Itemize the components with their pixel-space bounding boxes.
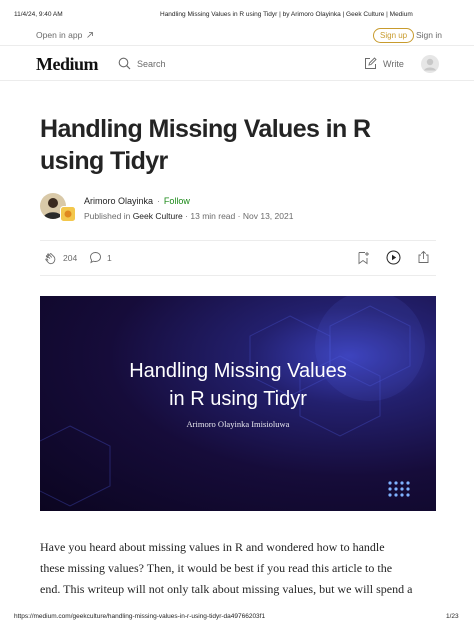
open-in-app-label: Open in app [36, 30, 83, 40]
print-url: https://medium.com/geekculture/handling-… [14, 613, 266, 620]
sign-up-button[interactable]: Sign up [373, 28, 415, 43]
clap-button[interactable]: 204 [44, 251, 77, 265]
separator-dot: · [157, 196, 160, 206]
search-field[interactable]: Search [118, 57, 166, 70]
share-icon[interactable] [417, 250, 430, 264]
published-in-label: Published in [84, 211, 131, 221]
actions-top-divider [40, 240, 436, 241]
open-in-app-link[interactable]: Open in app [36, 30, 94, 40]
separator-dot: · [185, 211, 188, 221]
hero-title-line2: in R using Tidyr [169, 388, 307, 410]
hero-subtitle: Arimoro Olayinka Imisioluwa [186, 419, 290, 429]
search-placeholder: Search [137, 58, 166, 69]
publish-line: Published in Geek Culture · 13 min read … [84, 211, 293, 221]
write-button[interactable]: Write [364, 57, 404, 70]
search-icon [118, 57, 131, 70]
play-listen-icon[interactable] [386, 250, 401, 265]
publish-date: Nov 13, 2021 [242, 211, 294, 221]
publication-link[interactable]: Geek Culture [133, 211, 183, 221]
author-name[interactable]: Arimoro Olayinka [84, 196, 153, 206]
body-line-1: Have you heard about missing values in R… [40, 540, 385, 554]
author-line: Arimoro Olayinka · Follow [84, 196, 190, 206]
comment-icon [89, 251, 102, 264]
actions-bottom-divider [40, 275, 436, 276]
dot-grid-decoration [388, 481, 410, 497]
bookmark-add-icon[interactable] [357, 251, 370, 265]
response-count: 1 [107, 252, 112, 263]
user-avatar-icon[interactable] [421, 55, 439, 73]
write-label: Write [383, 58, 404, 69]
print-page-number: 1/23 [446, 613, 459, 620]
topbar-divider [0, 45, 474, 46]
article-title: Handling Missing Values in R using Tidyr [40, 115, 371, 175]
hero-image: Handling Missing Values in R using Tidyr… [40, 296, 436, 511]
clap-icon [44, 251, 58, 265]
medium-logo[interactable]: Medium [36, 54, 99, 75]
hero-title-line1: Handling Missing Values [129, 360, 347, 382]
read-time: 13 min read [190, 211, 236, 221]
body-line-2: these missing values? Then, it would be … [40, 561, 393, 575]
sign-in-link[interactable]: Sign in [416, 30, 442, 40]
body-line-3: end. This writeup will not only talk abo… [40, 582, 413, 596]
write-icon [364, 57, 377, 70]
publication-logo[interactable] [60, 206, 76, 222]
clap-count: 204 [63, 253, 78, 263]
separator-dot: · [237, 211, 241, 221]
print-datetime: 11/4/24, 9:40 AM [14, 11, 63, 18]
responses-button[interactable]: 1 [89, 251, 112, 264]
print-page-title: Handling Missing Values in R using Tidyr… [160, 11, 413, 18]
follow-button[interactable]: Follow [164, 196, 190, 206]
nav-divider [0, 80, 474, 81]
arrow-up-right-icon [86, 31, 94, 39]
